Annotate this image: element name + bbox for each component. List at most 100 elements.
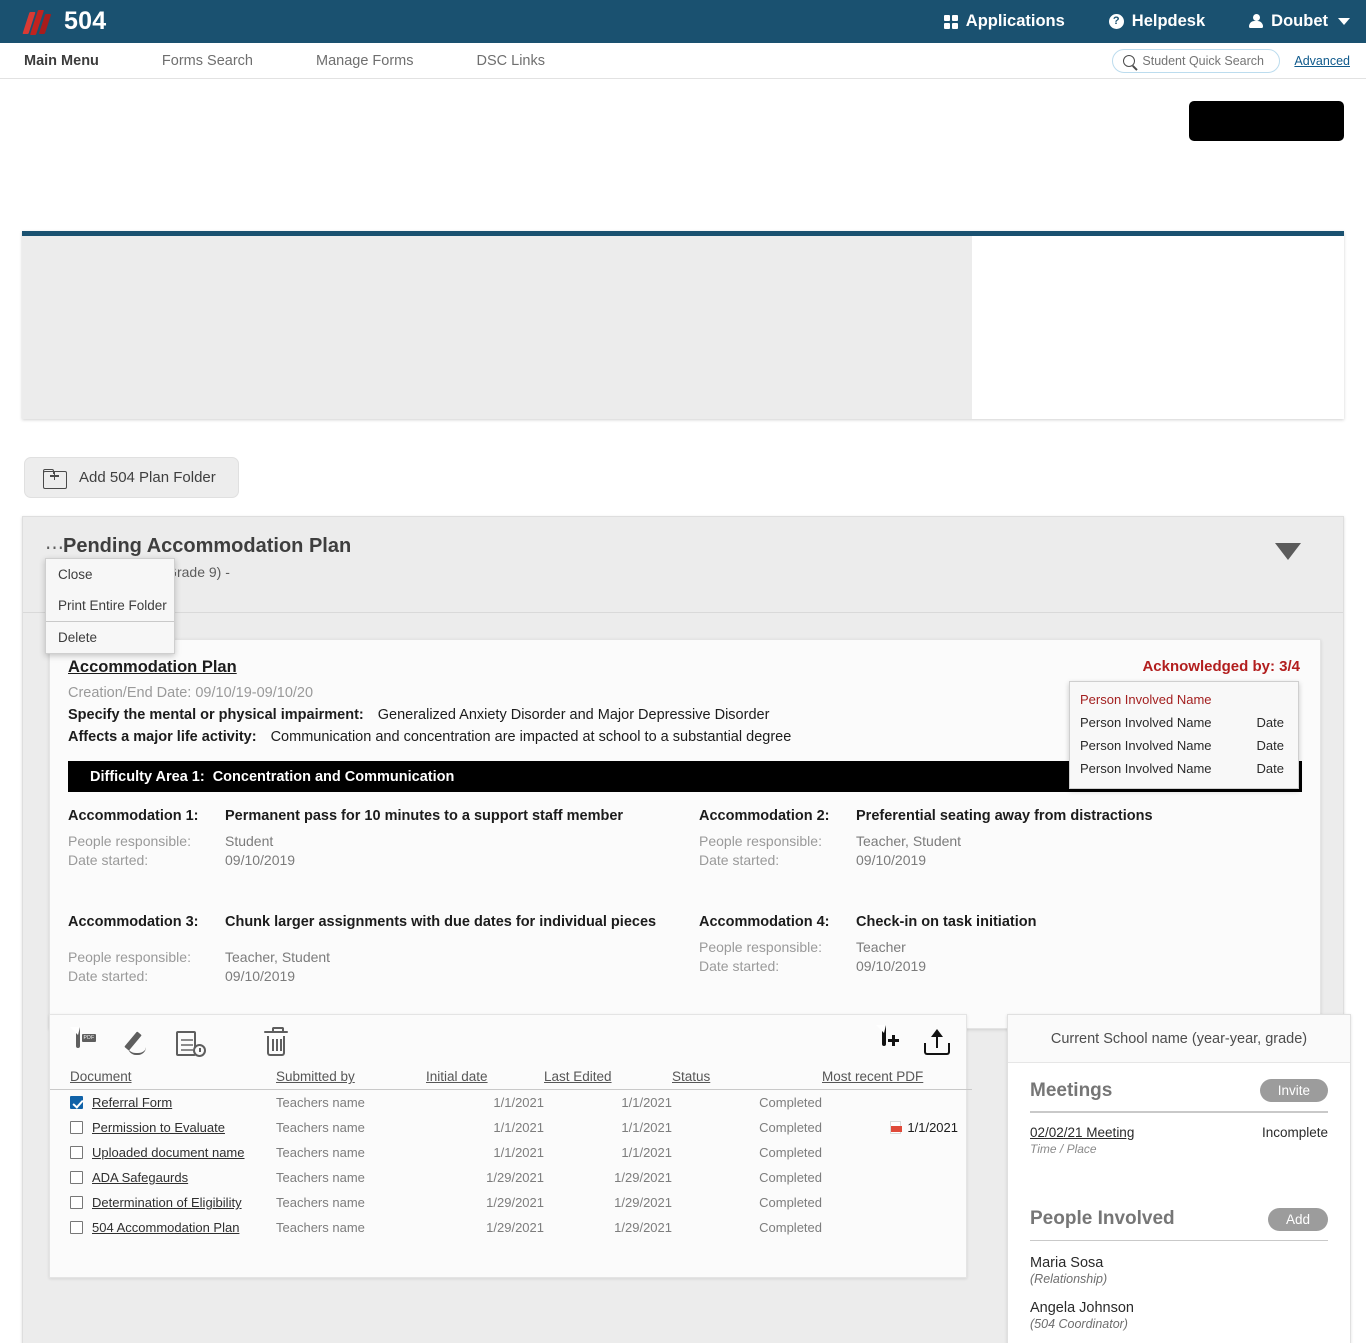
nav-item-manage-forms[interactable]: Manage Forms xyxy=(316,53,414,69)
helpdesk-label: Helpdesk xyxy=(1131,12,1206,30)
person-relationship: (Relationship) xyxy=(1030,1272,1108,1286)
user-name-label: Doubet xyxy=(1271,12,1328,30)
date-started-value: 09/10/2019 xyxy=(856,851,927,868)
cell-last-edited: 1/1/2021 xyxy=(621,1120,672,1135)
impairment-label: Specify the mental or physical impairmen… xyxy=(68,707,364,723)
table-row[interactable]: Referral Form Teachers name 1/1/2021 1/1… xyxy=(50,1090,972,1116)
student-quick-search[interactable] xyxy=(1112,48,1281,73)
row-checkbox[interactable] xyxy=(70,1196,83,1209)
person-relationship: (504 Coordinator) xyxy=(1030,1317,1128,1331)
new-document-icon[interactable] xyxy=(882,1025,908,1057)
cell-initial-date: 1/29/2021 xyxy=(486,1220,544,1235)
collapse-folder-icon[interactable] xyxy=(1275,543,1301,560)
cell-initial-date: 1/29/2021 xyxy=(486,1170,544,1185)
document-link[interactable]: Permission to Evaluate xyxy=(92,1120,225,1135)
life-activity-value: Communication and concentration are impa… xyxy=(270,729,792,745)
nav-item-main-menu[interactable]: Main Menu xyxy=(24,53,99,69)
acknowledged-row: Person Involved Name Date xyxy=(1070,757,1298,780)
meeting-link[interactable]: 02/02/21 Meeting xyxy=(1030,1125,1134,1140)
meeting-time-place: Time / Place xyxy=(1030,1141,1097,1156)
row-checkbox[interactable] xyxy=(70,1171,83,1184)
applications-label: Applications xyxy=(965,12,1065,30)
column-header-status[interactable]: Status xyxy=(672,1069,822,1090)
person-row: Angela Johnson (504 Coordinator) xyxy=(1030,1300,1328,1331)
accommodations-column-right: Accommodation 2: Preferential seating aw… xyxy=(685,808,1302,1006)
top-nav-right: Applications ? Helpdesk Doubet xyxy=(943,12,1350,31)
date-started-value: 09/10/2019 xyxy=(856,957,927,974)
row-checkbox[interactable] xyxy=(70,1121,83,1134)
pdf-icon[interactable]: PDF xyxy=(76,1027,100,1057)
table-row[interactable]: ADA Safegaurds Teachers name 1/29/2021 1… xyxy=(50,1165,972,1190)
column-header-initial-date[interactable]: Initial date xyxy=(426,1069,544,1090)
trash-icon[interactable] xyxy=(264,1026,290,1057)
user-menu[interactable]: Doubet xyxy=(1249,12,1350,31)
accommodation-value: Permanent pass for 10 minutes to a suppo… xyxy=(225,808,624,824)
helpdesk-menu[interactable]: ? Helpdesk xyxy=(1108,12,1206,31)
document-link[interactable]: Uploaded document name xyxy=(92,1145,245,1160)
cell-last-edited: 1/1/2021 xyxy=(621,1145,672,1160)
row-checkbox[interactable] xyxy=(70,1096,83,1109)
people-responsible-label: People responsible: xyxy=(699,938,822,955)
acknowledged-date: Date xyxy=(1256,761,1284,776)
cell-most-recent-pdf xyxy=(822,1215,972,1240)
search-input[interactable] xyxy=(1142,53,1268,68)
documents-table: Document Submitted by Initial date Last … xyxy=(50,1069,972,1240)
column-header-document[interactable]: Document xyxy=(50,1069,276,1090)
nav-item-forms-search[interactable]: Forms Search xyxy=(162,53,253,69)
documents-toolbar: PDF xyxy=(50,1015,966,1069)
folder-actions-menu-button[interactable]: ⋯ xyxy=(45,539,65,558)
invite-button[interactable]: Invite xyxy=(1259,1079,1328,1102)
context-menu-item-delete[interactable]: Delete xyxy=(46,622,174,653)
acknowledged-row: Person Involved Name Date xyxy=(1070,711,1298,734)
brand-title: 504 xyxy=(64,7,107,35)
clipboard-clock-icon[interactable] xyxy=(176,1029,206,1057)
table-row[interactable]: 504 Accommodation Plan Teachers name 1/2… xyxy=(50,1215,972,1240)
folder-context-menu: Close Print Entire Folder Delete xyxy=(45,558,175,654)
meetings-section: Meetings Invite 02/02/21 Meeting Time / … xyxy=(1008,1063,1350,1156)
student-summary-card xyxy=(22,231,1344,419)
pencil-icon[interactable] xyxy=(126,1029,154,1057)
difficulty-area-label: Difficulty Area 1: xyxy=(90,768,205,785)
upload-icon[interactable] xyxy=(924,1027,952,1057)
column-header-last-edited[interactable]: Last Edited xyxy=(544,1069,672,1090)
document-link[interactable]: 504 Accommodation Plan xyxy=(92,1220,239,1235)
acknowledged-date: Date xyxy=(1256,715,1284,730)
table-row[interactable]: Uploaded document name Teachers name 1/1… xyxy=(50,1140,972,1165)
column-header-most-recent-pdf[interactable]: Most recent PDF xyxy=(822,1069,972,1090)
add-504-plan-folder-button[interactable]: Add 504 Plan Folder xyxy=(24,457,239,498)
column-header-submitted-by[interactable]: Submitted by xyxy=(276,1069,426,1090)
accommodation-item: Accommodation 4: Check-in on task initia… xyxy=(699,914,1282,976)
nav-item-dsc-links[interactable]: DSC Links xyxy=(477,53,546,69)
cell-submitted-by: Teachers name xyxy=(276,1170,365,1185)
people-involved-title: People Involved xyxy=(1030,1208,1175,1229)
applications-menu[interactable]: Applications xyxy=(943,12,1065,31)
document-link[interactable]: Referral Form xyxy=(92,1095,172,1110)
date-started-value: 09/10/2019 xyxy=(225,967,296,984)
person-icon xyxy=(1249,14,1264,29)
folder-side-panel: Current School name (year-year, grade) M… xyxy=(1007,1014,1351,1343)
redacted-block xyxy=(1189,101,1344,141)
cell-most-recent-pdf[interactable]: 1/1/2021 xyxy=(822,1115,972,1140)
folder-header: ⋯ Pending Accommodation Plan W ool (2020… xyxy=(23,517,1343,613)
context-menu-item-print-entire-folder[interactable]: Print Entire Folder xyxy=(46,590,174,621)
context-menu-item-close[interactable]: Close xyxy=(46,559,174,590)
add-person-button[interactable]: Add xyxy=(1267,1207,1328,1231)
document-link[interactable]: ADA Safegaurds xyxy=(92,1170,188,1185)
cell-status: Completed xyxy=(759,1220,822,1235)
pdf-date: 1/1/2021 xyxy=(907,1120,958,1135)
table-row[interactable]: Permission to Evaluate Teachers name 1/1… xyxy=(50,1115,972,1140)
brand[interactable]: 504 xyxy=(22,7,107,36)
row-checkbox[interactable] xyxy=(70,1146,83,1159)
advanced-search-link[interactable]: Advanced xyxy=(1294,54,1350,68)
people-responsible-value: Teacher xyxy=(856,938,906,955)
acknowledged-person-name: Person Involved Name xyxy=(1080,715,1212,730)
document-link[interactable]: Determination of Eligibility xyxy=(92,1195,242,1210)
table-row[interactable]: Determination of Eligibility Teachers na… xyxy=(50,1190,972,1215)
chevron-down-icon xyxy=(1338,18,1350,25)
people-responsible-value: Teacher, Student xyxy=(856,833,962,849)
row-checkbox[interactable] xyxy=(70,1221,83,1234)
acknowledged-by-label[interactable]: Acknowledged by: 3/4 xyxy=(1142,658,1300,675)
plan-folder-container: ⋯ Pending Accommodation Plan W ool (2020… xyxy=(22,516,1351,1343)
top-header-bar: 504 Applications ? Helpdesk Doubet xyxy=(0,0,1366,43)
accommodation-plan-link[interactable]: Accommodation Plan xyxy=(68,658,237,677)
